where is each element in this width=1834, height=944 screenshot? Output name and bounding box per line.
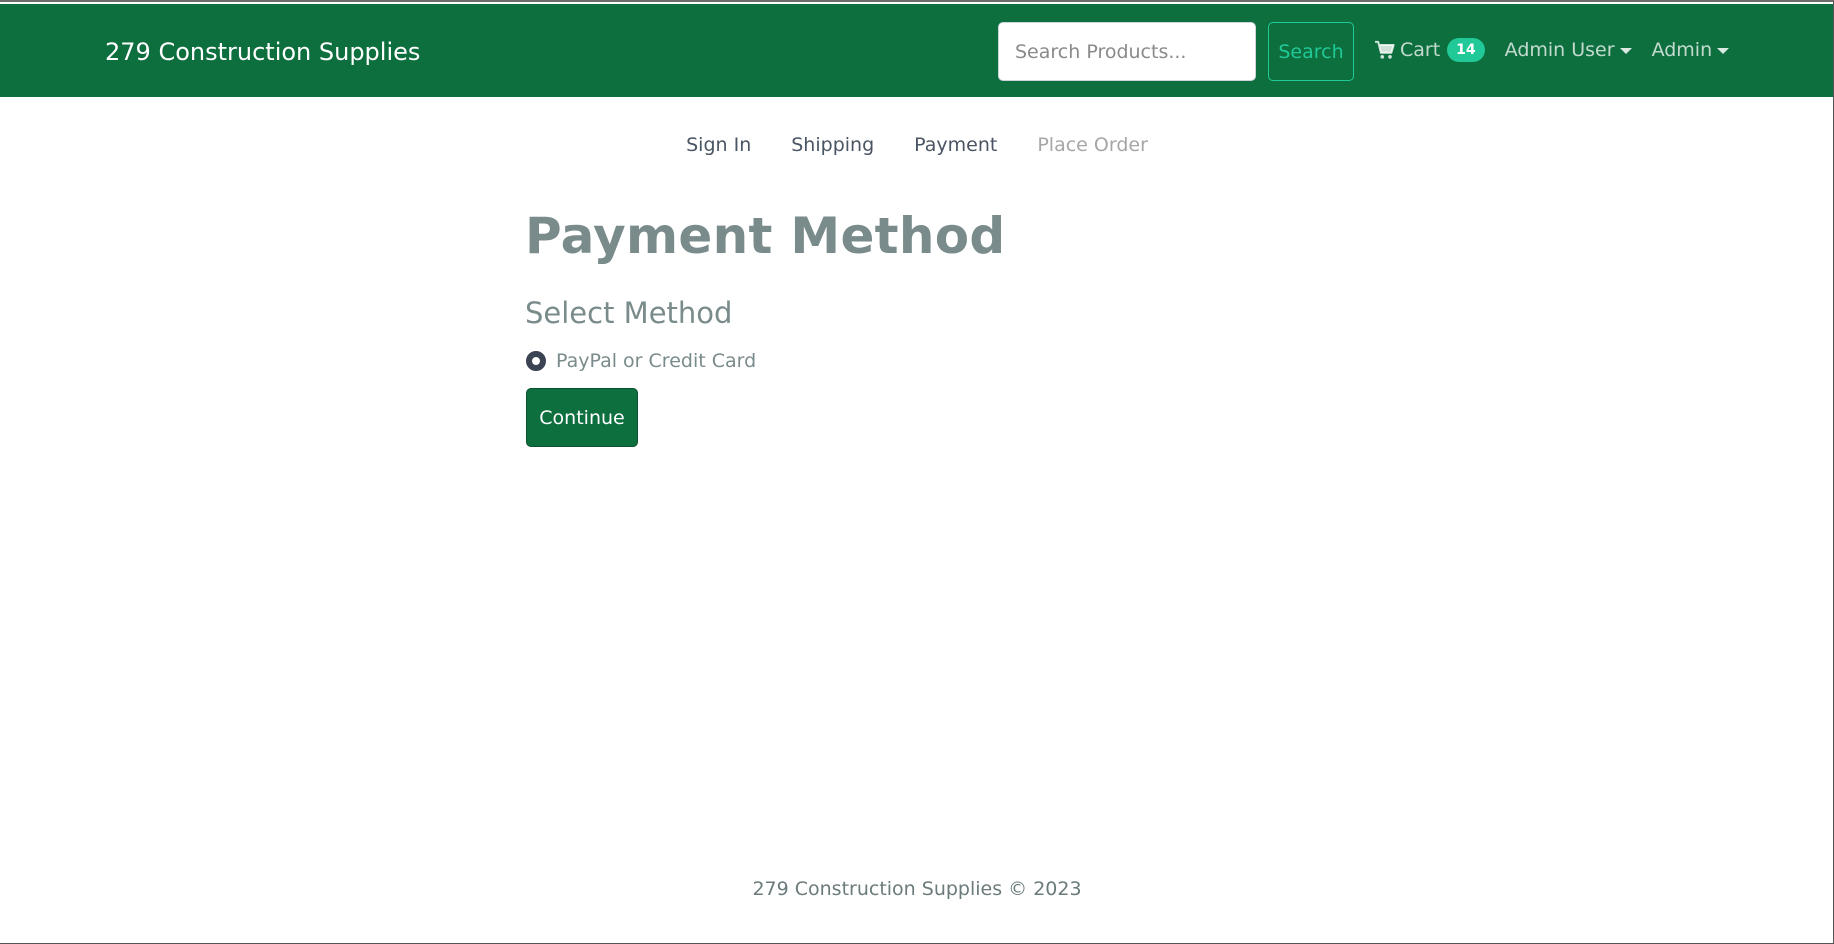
chevron-down-icon [1717,48,1730,54]
search-input[interactable] [998,22,1256,81]
step-payment[interactable]: Payment [894,134,1017,156]
browser-viewport: 279 Construction Supplies Search Cart 14… [0,0,1834,944]
chevron-down-icon [1619,48,1632,54]
footer-copyright: 279 Construction Supplies © 2023 [752,878,1082,900]
select-method-label: Select Method [525,296,733,330]
continue-button[interactable]: Continue [526,388,638,447]
cart-label: Cart [1400,39,1441,61]
nav-links: Cart 14 Admin User Admin [1374,34,1730,66]
footer: 279 Construction Supplies © 2023 [0,878,1833,900]
step-sign-in[interactable]: Sign In [666,134,771,156]
cart-count-badge: 14 [1447,38,1485,62]
checkout-steps: Sign In Shipping Payment Place Order [0,134,1833,156]
admin-menu-dropdown[interactable]: Admin [1652,39,1730,61]
paypal-radio-option[interactable]: PayPal or Credit Card [526,350,756,372]
step-place-order: Place Order [1037,134,1148,156]
radio-checked-icon[interactable] [526,351,546,371]
cart-link[interactable]: Cart 14 [1374,38,1485,62]
user-menu-label: Admin User [1504,39,1615,61]
paypal-radio-label: PayPal or Credit Card [556,350,757,372]
top-navbar: 279 Construction Supplies Search Cart 14… [0,4,1833,97]
search-button[interactable]: Search [1268,22,1354,81]
brand-link[interactable]: 279 Construction Supplies [105,38,420,66]
step-shipping[interactable]: Shipping [771,134,894,156]
shopping-cart-icon [1375,40,1395,59]
admin-menu-label: Admin [1651,39,1713,61]
page-title: Payment Method [525,207,1006,265]
user-menu-dropdown[interactable]: Admin User [1505,39,1632,61]
